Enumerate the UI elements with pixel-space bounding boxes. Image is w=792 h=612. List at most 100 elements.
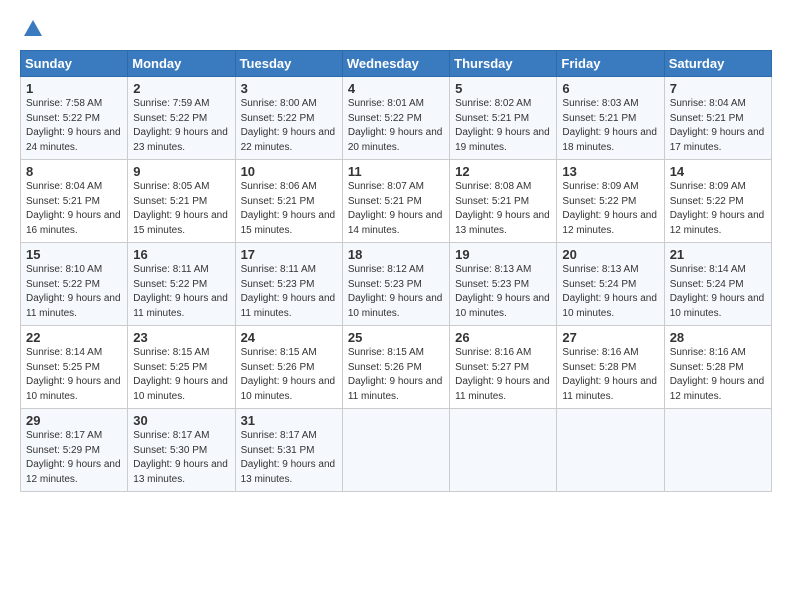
- calendar-day-11: 11 Sunrise: 8:07 AMSunset: 5:21 PMDayligh…: [342, 160, 449, 243]
- calendar-day-24: 24Sunrise: 8:15 AMSunset: 5:26 PMDayligh…: [235, 326, 342, 409]
- day-info: Sunrise: 8:17 AMSunset: 5:31 PMDaylight:…: [241, 430, 336, 485]
- day-info: Sunrise: 8:15 AMSunset: 5:26 PMDaylight:…: [348, 347, 443, 402]
- calendar-day-17: 17 Sunrise: 8:11 AMSunset: 5:23 PMDayligh…: [235, 243, 342, 326]
- day-number: 28: [670, 330, 766, 345]
- day-number: 11: [348, 164, 444, 179]
- day-info: Sunrise: 8:10 AMSunset: 5:22 PMDaylight:…: [26, 264, 121, 319]
- calendar-day-10: 10 Sunrise: 8:06 AMSunset: 5:21 PMDayligh…: [235, 160, 342, 243]
- calendar-week-1: 1 Sunrise: 7:58 AMSunset: 5:22 PMDaylight…: [21, 77, 772, 160]
- day-number: 14: [670, 164, 766, 179]
- logo-icon: [22, 18, 44, 40]
- calendar-day-18: 18Sunrise: 8:12 AMSunset: 5:23 PMDayligh…: [342, 243, 449, 326]
- empty-cell: [557, 409, 664, 492]
- logo: [20, 18, 44, 40]
- day-number: 16: [133, 247, 229, 262]
- calendar-day-22: 22 Sunrise: 8:14 AMSunset: 5:25 PMDayligh…: [21, 326, 128, 409]
- calendar-day-7: 7 Sunrise: 8:04 AMSunset: 5:21 PMDaylight…: [664, 77, 771, 160]
- day-number: 10: [241, 164, 337, 179]
- calendar-day-13: 13Sunrise: 8:09 AMSunset: 5:22 PMDayligh…: [557, 160, 664, 243]
- calendar-day-3: 3 Sunrise: 8:00 AMSunset: 5:22 PMDaylight…: [235, 77, 342, 160]
- day-info: Sunrise: 8:03 AMSunset: 5:21 PMDaylight:…: [562, 98, 657, 153]
- calendar-day-15: 15Sunrise: 8:10 AMSunset: 5:22 PMDayligh…: [21, 243, 128, 326]
- calendar-table: SundayMondayTuesdayWednesdayThursdayFrid…: [20, 50, 772, 492]
- day-info: Sunrise: 8:11 AMSunset: 5:22 PMDaylight:…: [133, 264, 228, 319]
- day-number: 27: [562, 330, 658, 345]
- day-info: Sunrise: 8:14 AMSunset: 5:24 PMDaylight:…: [670, 264, 765, 319]
- day-info: Sunrise: 8:13 AMSunset: 5:23 PMDaylight:…: [455, 264, 550, 319]
- page-container: SundayMondayTuesdayWednesdayThursdayFrid…: [0, 0, 792, 502]
- day-number: 5: [455, 81, 551, 96]
- day-info: Sunrise: 8:13 AMSunset: 5:24 PMDaylight:…: [562, 264, 657, 319]
- day-info: Sunrise: 8:16 AMSunset: 5:28 PMDaylight:…: [670, 347, 765, 402]
- day-info: Sunrise: 8:02 AMSunset: 5:21 PMDaylight:…: [455, 98, 550, 153]
- day-number: 12: [455, 164, 551, 179]
- header: [20, 18, 772, 40]
- day-number: 25: [348, 330, 444, 345]
- day-info: Sunrise: 8:09 AMSunset: 5:22 PMDaylight:…: [562, 181, 657, 236]
- calendar-header-monday: Monday: [128, 51, 235, 77]
- calendar-day-26: 26 Sunrise: 8:16 AMSunset: 5:27 PMDayligh…: [450, 326, 557, 409]
- calendar-header-row: SundayMondayTuesdayWednesdayThursdayFrid…: [21, 51, 772, 77]
- day-number: 18: [348, 247, 444, 262]
- calendar-day-31: 31 Sunrise: 8:17 AMSunset: 5:31 PMDayligh…: [235, 409, 342, 492]
- day-number: 17: [241, 247, 337, 262]
- calendar-header-wednesday: Wednesday: [342, 51, 449, 77]
- day-number: 3: [241, 81, 337, 96]
- calendar-header-tuesday: Tuesday: [235, 51, 342, 77]
- day-info: Sunrise: 8:16 AMSunset: 5:28 PMDaylight:…: [562, 347, 657, 402]
- calendar-week-4: 22 Sunrise: 8:14 AMSunset: 5:25 PMDayligh…: [21, 326, 772, 409]
- day-info: Sunrise: 8:04 AMSunset: 5:21 PMDaylight:…: [670, 98, 765, 153]
- calendar-header-saturday: Saturday: [664, 51, 771, 77]
- day-info: Sunrise: 7:58 AMSunset: 5:22 PMDaylight:…: [26, 98, 121, 153]
- calendar-day-16: 16 Sunrise: 8:11 AMSunset: 5:22 PMDayligh…: [128, 243, 235, 326]
- calendar-day-14: 14 Sunrise: 8:09 AMSunset: 5:22 PMDayligh…: [664, 160, 771, 243]
- day-number: 24: [241, 330, 337, 345]
- calendar-day-21: 21 Sunrise: 8:14 AMSunset: 5:24 PMDayligh…: [664, 243, 771, 326]
- day-info: Sunrise: 8:09 AMSunset: 5:22 PMDaylight:…: [670, 181, 765, 236]
- day-info: Sunrise: 8:06 AMSunset: 5:21 PMDaylight:…: [241, 181, 336, 236]
- calendar-day-19: 19 Sunrise: 8:13 AMSunset: 5:23 PMDayligh…: [450, 243, 557, 326]
- day-number: 7: [670, 81, 766, 96]
- calendar-day-29: 29 Sunrise: 8:17 AMSunset: 5:29 PMDayligh…: [21, 409, 128, 492]
- day-number: 29: [26, 413, 122, 428]
- day-number: 21: [670, 247, 766, 262]
- calendar-day-8: 8 Sunrise: 8:04 AMSunset: 5:21 PMDaylight…: [21, 160, 128, 243]
- empty-cell: [664, 409, 771, 492]
- calendar-week-3: 15Sunrise: 8:10 AMSunset: 5:22 PMDayligh…: [21, 243, 772, 326]
- day-info: Sunrise: 8:01 AMSunset: 5:22 PMDaylight:…: [348, 98, 443, 153]
- day-info: Sunrise: 8:14 AMSunset: 5:25 PMDaylight:…: [26, 347, 121, 402]
- day-info: Sunrise: 8:17 AMSunset: 5:29 PMDaylight:…: [26, 430, 121, 485]
- day-number: 2: [133, 81, 229, 96]
- calendar-day-12: 12 Sunrise: 8:08 AMSunset: 5:21 PMDayligh…: [450, 160, 557, 243]
- calendar-day-6: 6Sunrise: 8:03 AMSunset: 5:21 PMDaylight…: [557, 77, 664, 160]
- calendar-day-27: 27 Sunrise: 8:16 AMSunset: 5:28 PMDayligh…: [557, 326, 664, 409]
- calendar-day-9: 9Sunrise: 8:05 AMSunset: 5:21 PMDaylight…: [128, 160, 235, 243]
- day-number: 26: [455, 330, 551, 345]
- day-number: 1: [26, 81, 122, 96]
- day-info: Sunrise: 8:08 AMSunset: 5:21 PMDaylight:…: [455, 181, 550, 236]
- day-number: 23: [133, 330, 229, 345]
- calendar-header-thursday: Thursday: [450, 51, 557, 77]
- calendar-day-20: 20 Sunrise: 8:13 AMSunset: 5:24 PMDayligh…: [557, 243, 664, 326]
- calendar-day-23: 23 Sunrise: 8:15 AMSunset: 5:25 PMDayligh…: [128, 326, 235, 409]
- day-info: Sunrise: 8:00 AMSunset: 5:22 PMDaylight:…: [241, 98, 336, 153]
- day-info: Sunrise: 8:04 AMSunset: 5:21 PMDaylight:…: [26, 181, 121, 236]
- empty-cell: [450, 409, 557, 492]
- empty-cell: [342, 409, 449, 492]
- day-number: 8: [26, 164, 122, 179]
- day-info: Sunrise: 8:17 AMSunset: 5:30 PMDaylight:…: [133, 430, 228, 485]
- day-number: 31: [241, 413, 337, 428]
- calendar-week-5: 29 Sunrise: 8:17 AMSunset: 5:29 PMDayligh…: [21, 409, 772, 492]
- calendar-day-4: 4Sunrise: 8:01 AMSunset: 5:22 PMDaylight…: [342, 77, 449, 160]
- day-info: Sunrise: 8:16 AMSunset: 5:27 PMDaylight:…: [455, 347, 550, 402]
- day-number: 22: [26, 330, 122, 345]
- day-info: Sunrise: 8:11 AMSunset: 5:23 PMDaylight:…: [241, 264, 336, 319]
- day-info: Sunrise: 8:15 AMSunset: 5:25 PMDaylight:…: [133, 347, 228, 402]
- calendar-day-1: 1 Sunrise: 7:58 AMSunset: 5:22 PMDaylight…: [21, 77, 128, 160]
- day-number: 30: [133, 413, 229, 428]
- day-number: 20: [562, 247, 658, 262]
- day-info: Sunrise: 8:07 AMSunset: 5:21 PMDaylight:…: [348, 181, 443, 236]
- day-info: Sunrise: 7:59 AMSunset: 5:22 PMDaylight:…: [133, 98, 228, 153]
- day-number: 19: [455, 247, 551, 262]
- calendar-week-2: 8 Sunrise: 8:04 AMSunset: 5:21 PMDaylight…: [21, 160, 772, 243]
